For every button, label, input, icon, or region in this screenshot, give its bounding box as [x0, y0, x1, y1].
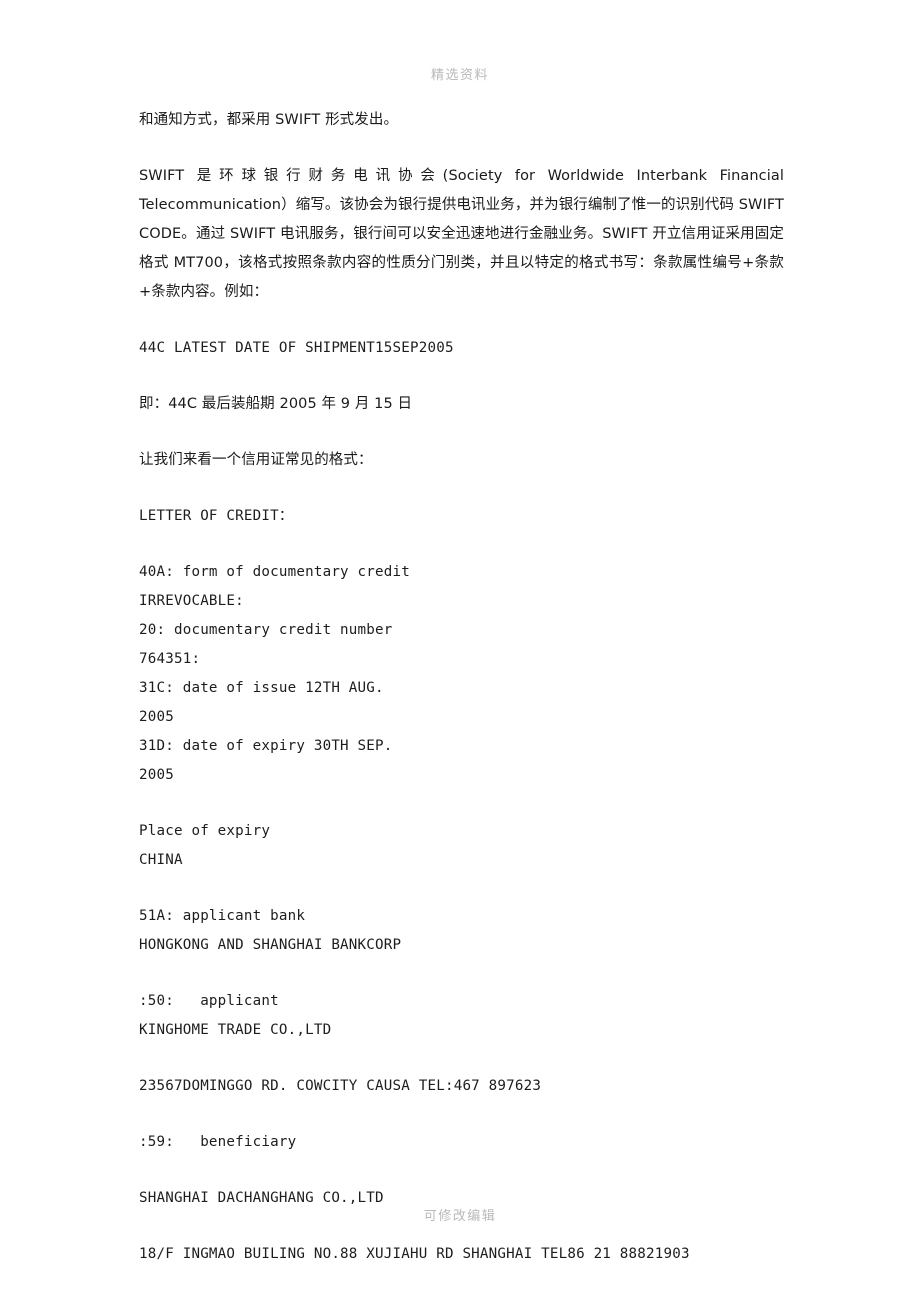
beneficiary-address-line: 18/F INGMAO BUILING NO.88 XUJIAHU RD SHA…: [139, 1246, 690, 1262]
watermark-header: 精选资料: [430, 68, 489, 83]
watermark-footer: 可修改编辑: [423, 1209, 497, 1224]
lead-in-line: 让我们来看一个信用证常见的格式：: [139, 452, 373, 468]
place-of-expiry-block: Place of expiry CHINA: [139, 823, 271, 868]
applicant-address-line: 23567DOMINGGO RD. COWCITY CAUSA TEL:467 …: [139, 1078, 542, 1094]
applicant-bank-block: 51A: applicant bank HONGKONG AND SHANGHA…: [139, 908, 402, 953]
intro-line: 和通知方式，都采用 SWIFT 形式发出。: [139, 112, 399, 128]
credit-form-block: 40A: form of documentary credit IRREVOCA…: [139, 564, 410, 783]
document-page: 精选资料 和通知方式，都采用 SWIFT 形式发出。 SWIFT 是环球银行财务…: [0, 0, 920, 1302]
example-field-line: 44C LATEST DATE OF SHIPMENT15SEP2005: [139, 340, 454, 356]
applicant-block: :50: applicant KINGHOME TRADE CO.,LTD: [139, 993, 332, 1038]
letter-of-credit-heading: LETTER OF CREDIT：: [139, 508, 294, 524]
document-body: 和通知方式，都采用 SWIFT 形式发出。 SWIFT 是环球银行财务电讯协会(…: [139, 106, 784, 1302]
example-translation-line: 即：44C 最后装船期 2005 年 9 月 15 日: [139, 396, 413, 412]
currency-amount-block: :32B: currency code, amount USD6200.00: [139, 1296, 784, 1302]
beneficiary-label-line: :59: beneficiary: [139, 1134, 297, 1150]
swift-definition-paragraph: SWIFT 是环球银行财务电讯协会(Society for Worldwide …: [139, 168, 784, 300]
